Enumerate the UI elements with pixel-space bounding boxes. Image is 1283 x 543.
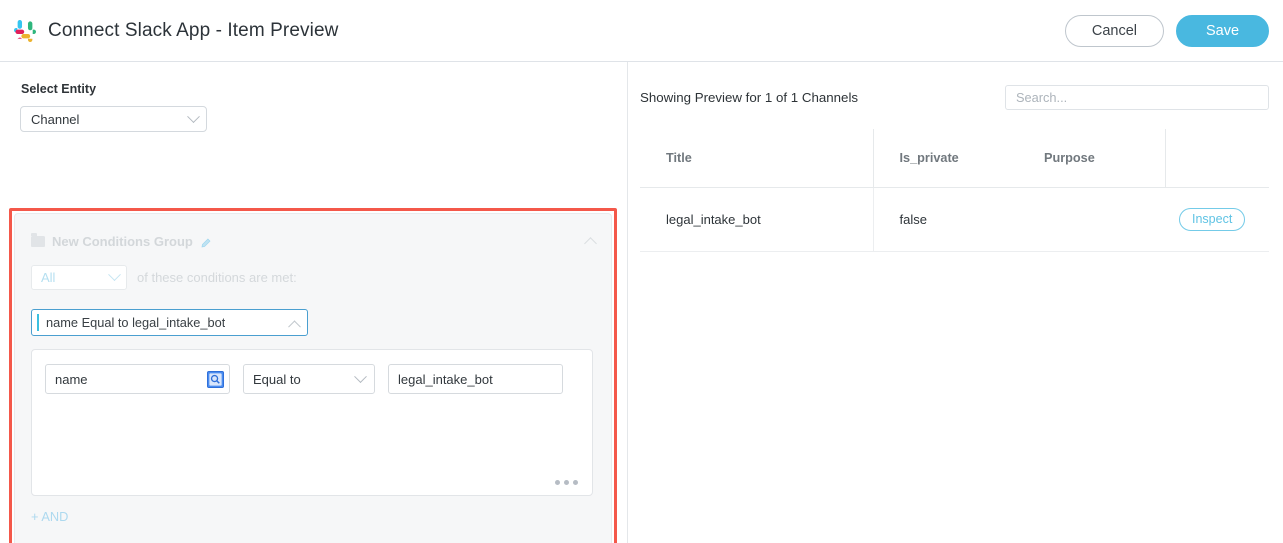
table-row[interactable]: legal_intake_bot false Inspect bbox=[640, 188, 1269, 252]
chevron-down-icon bbox=[187, 110, 200, 123]
match-type-dropdown[interactable]: All bbox=[31, 265, 127, 290]
inspect-button[interactable]: Inspect bbox=[1179, 208, 1245, 231]
condition-editor-card: name Equal to bbox=[31, 349, 593, 496]
add-and-condition-button[interactable]: + AND bbox=[31, 509, 68, 524]
search-placeholder: Search... bbox=[1016, 90, 1067, 105]
search-input[interactable]: Search... bbox=[1005, 85, 1269, 110]
select-entity-dropdown[interactable]: Channel bbox=[20, 106, 207, 132]
match-type-row: All of these conditions are met: bbox=[31, 265, 595, 290]
chevron-down-icon bbox=[354, 370, 367, 383]
column-header-purpose[interactable]: Purpose bbox=[1018, 129, 1165, 188]
slack-logo-icon bbox=[14, 20, 36, 42]
conditions-group-header: New Conditions Group bbox=[31, 232, 595, 250]
ellipsis-icon[interactable] bbox=[555, 480, 578, 485]
cell-actions: Inspect bbox=[1165, 188, 1269, 252]
match-type-suffix: of these conditions are met: bbox=[137, 270, 297, 285]
collapse-group-chevron-up-icon[interactable] bbox=[584, 237, 597, 250]
dot bbox=[564, 480, 569, 485]
preview-header: Showing Preview for 1 of 1 Channels Sear… bbox=[640, 84, 1269, 110]
cell-title: legal_intake_bot bbox=[640, 188, 873, 252]
condition-operator-value: Equal to bbox=[253, 372, 301, 387]
select-entity-value: Channel bbox=[31, 112, 79, 127]
preview-table: Title Is_private Purpose legal_intake_bo… bbox=[640, 129, 1269, 252]
conditions-panel: Select Entity Channel New Conditions Gro… bbox=[0, 62, 628, 543]
page-title: Connect Slack App - Item Preview bbox=[48, 20, 338, 42]
text-cursor bbox=[37, 314, 39, 331]
save-button[interactable]: Save bbox=[1176, 15, 1269, 47]
match-type-value: All bbox=[41, 270, 55, 285]
table-body: legal_intake_bot false Inspect bbox=[640, 188, 1269, 252]
app-header: Connect Slack App - Item Preview Cancel … bbox=[0, 0, 1283, 62]
search-icon[interactable] bbox=[207, 371, 224, 388]
condition-value-input[interactable]: legal_intake_bot bbox=[388, 364, 563, 394]
condition-operator-dropdown[interactable]: Equal to bbox=[243, 364, 375, 394]
condition-field-value: name bbox=[55, 372, 88, 387]
header-actions: Cancel Save bbox=[1065, 15, 1269, 47]
condition-field-input[interactable]: name bbox=[45, 364, 230, 394]
condition-summary-input[interactable]: name Equal to legal_intake_bot bbox=[31, 309, 308, 336]
preview-panel: Showing Preview for 1 of 1 Channels Sear… bbox=[628, 62, 1283, 543]
header-brand: Connect Slack App - Item Preview bbox=[14, 20, 338, 42]
folder-icon bbox=[31, 236, 45, 247]
cell-is-private: false bbox=[873, 188, 1018, 252]
column-header-title[interactable]: Title bbox=[640, 129, 873, 188]
cell-purpose bbox=[1018, 188, 1165, 252]
column-header-is-private[interactable]: Is_private bbox=[873, 129, 1018, 188]
conditions-group: New Conditions Group All of these condit… bbox=[14, 213, 612, 543]
dot bbox=[555, 480, 560, 485]
conditions-group-title: New Conditions Group bbox=[52, 234, 193, 249]
table-header-row: Title Is_private Purpose bbox=[640, 129, 1269, 188]
condition-row: name Equal to bbox=[45, 364, 579, 394]
table-head: Title Is_private Purpose bbox=[640, 129, 1269, 188]
preview-title: Showing Preview for 1 of 1 Channels bbox=[640, 90, 858, 105]
select-entity-label: Select Entity bbox=[21, 82, 607, 96]
chevron-down-icon bbox=[108, 268, 121, 281]
column-header-actions bbox=[1165, 129, 1269, 188]
pencil-icon[interactable] bbox=[200, 236, 211, 247]
condition-value-text: legal_intake_bot bbox=[398, 372, 493, 387]
cancel-button[interactable]: Cancel bbox=[1065, 15, 1164, 47]
condition-summary-value: name Equal to legal_intake_bot bbox=[46, 315, 225, 330]
chevron-up-icon[interactable] bbox=[288, 320, 301, 333]
dot bbox=[573, 480, 578, 485]
page-body: Select Entity Channel New Conditions Gro… bbox=[0, 62, 1283, 543]
